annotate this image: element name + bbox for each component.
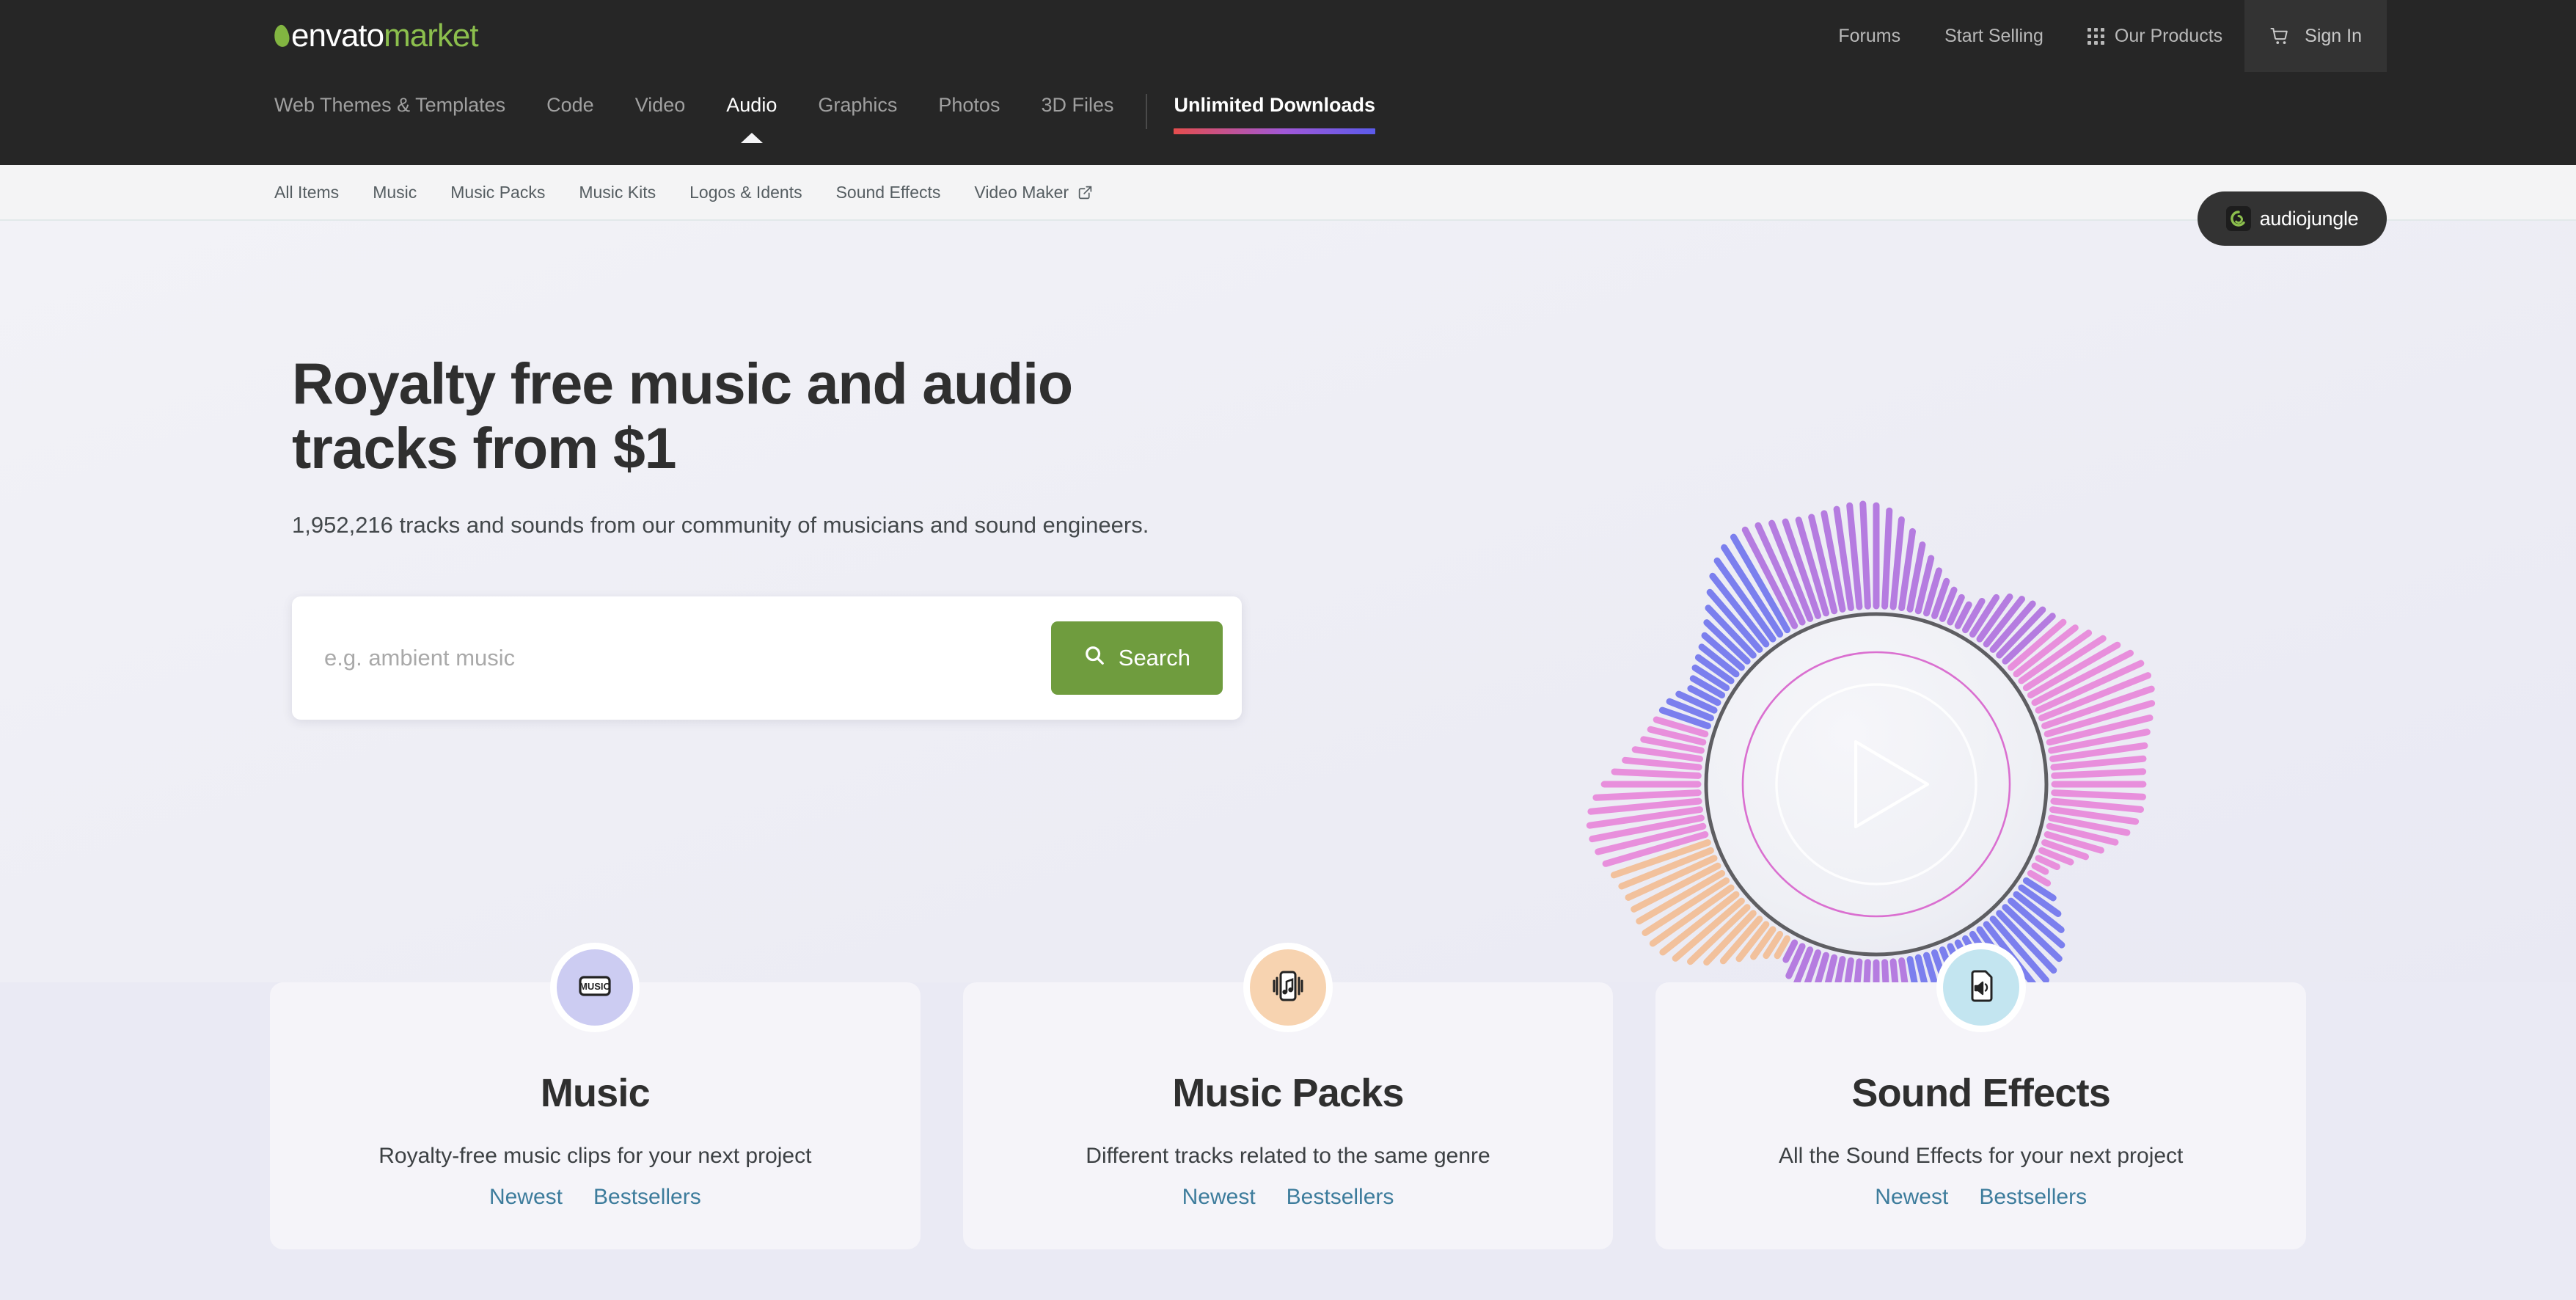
nav-item-video[interactable]: Video: [635, 94, 686, 143]
radial-audio-visualizer[interactable]: [1532, 439, 2221, 982]
svg-text:MUSIC: MUSIC: [579, 981, 611, 992]
subnav-item-music-kits-label: Music Kits: [579, 182, 656, 202]
subnav-item-music-label: Music: [373, 182, 417, 202]
top-link-start-selling-label: Start Selling: [1944, 25, 2043, 46]
card-badge-sound-effects: [1936, 943, 2026, 1032]
card-title-music: Music: [540, 1071, 651, 1115]
nav-item-audio[interactable]: Audio: [726, 94, 777, 143]
audiojungle-label: audiojungle: [2259, 207, 2359, 230]
audio-subnavigation: All Items Music Music Packs Music Kits L…: [0, 165, 2576, 221]
card-link-sound-effects-bestsellers[interactable]: Bestsellers: [1979, 1185, 2087, 1210]
sign-in-button[interactable]: Sign In: [2244, 0, 2387, 72]
nav-item-web-themes[interactable]: Web Themes & Templates: [274, 94, 505, 143]
subnav-item-logos-idents-label: Logos & Idents: [689, 182, 802, 202]
speaker-file-icon: [1961, 965, 2002, 1010]
nav-divider: [1146, 94, 1148, 129]
category-card-music[interactable]: MUSIC Music Royalty-free music clips for…: [270, 943, 921, 1249]
envato-market-logo[interactable]: envato market: [272, 18, 479, 54]
hero-section: Royalty free music and audio tracks from…: [0, 221, 2576, 982]
card-title-sound-effects: Sound Effects: [1851, 1071, 2110, 1115]
nav-item-video-label: Video: [634, 94, 686, 116]
subnav-item-video-maker-label: Video Maker: [974, 182, 1069, 202]
card-description-music-packs: Different tracks related to the same gen…: [1086, 1144, 1490, 1168]
card-badge-music-packs: [1243, 943, 1333, 1032]
brand-market-text: market: [384, 18, 478, 54]
hero-copy-block: Royalty free music and audio tracks from…: [292, 351, 1245, 720]
main-navigation: Web Themes & Templates Code Video Audio …: [0, 72, 2576, 246]
unlimited-gradient-underline: [1174, 128, 1375, 134]
subnav-item-sound-effects-label: Sound Effects: [835, 182, 941, 202]
category-cards: MUSIC Music Royalty-free music clips for…: [0, 943, 2576, 1249]
nav-item-photos[interactable]: Photos: [938, 94, 1000, 143]
sign-in-label: Sign In: [2305, 25, 2362, 46]
subnav-item-music-packs[interactable]: Music Packs: [450, 183, 545, 202]
card-badge-music: MUSIC: [550, 943, 640, 1032]
top-link-forums[interactable]: Forums: [1816, 0, 1922, 72]
external-link-icon: [1077, 185, 1093, 200]
category-card-music-packs[interactable]: Music Packs Different tracks related to …: [962, 943, 1614, 1249]
card-link-music-packs-newest[interactable]: Newest: [1182, 1185, 1256, 1210]
card-description-music: Royalty-free music clips for your next p…: [378, 1144, 812, 1168]
search-button[interactable]: Search: [1050, 621, 1223, 695]
top-link-start-selling[interactable]: Start Selling: [1922, 0, 2065, 72]
search-button-label: Search: [1118, 644, 1190, 671]
top-bar: envato market Forums Start Selling Our Pr…: [0, 0, 2576, 72]
audiojungle-badge[interactable]: audiojungle: [2198, 191, 2387, 246]
card-badge-circle-sound-effects: [1942, 949, 2019, 1026]
subnav-item-all-items-label: All Items: [274, 182, 340, 202]
subnav-item-music[interactable]: Music: [373, 183, 417, 202]
top-link-our-products-label: Our Products: [2114, 25, 2223, 46]
card-link-music-bestsellers[interactable]: Bestsellers: [593, 1185, 701, 1210]
nav-item-graphics-label: Graphics: [818, 94, 898, 116]
card-badge-circle-music-packs: [1250, 949, 1326, 1026]
audiojungle-logo-icon: [2225, 206, 2251, 231]
card-links-music-packs: Newest Bestsellers: [992, 1185, 1584, 1210]
top-bar-right-nav: Forums Start Selling Our Products Sign I…: [1816, 0, 2387, 72]
subnav-item-all-items[interactable]: All Items: [274, 183, 339, 202]
top-link-forums-label: Forums: [1838, 25, 1901, 46]
envato-leaf-icon: [272, 23, 291, 48]
search-input[interactable]: [324, 644, 1051, 671]
subnav-item-sound-effects[interactable]: Sound Effects: [836, 183, 941, 202]
search-icon: [1083, 644, 1105, 672]
music-label-icon: MUSIC: [574, 965, 615, 1010]
subnav-item-music-packs-label: Music Packs: [450, 182, 546, 202]
page-title: Royalty free music and audio tracks from…: [292, 351, 1073, 481]
card-link-sound-effects-newest[interactable]: Newest: [1875, 1185, 1948, 1210]
music-note-device-icon: [1267, 965, 1309, 1010]
category-card-sound-effects[interactable]: Sound Effects All the Sound Effects for …: [1655, 943, 2307, 1249]
nav-item-audio-label: Audio: [726, 94, 777, 116]
brand-envato-text: envato: [291, 18, 384, 54]
nav-item-code[interactable]: Code: [546, 94, 594, 143]
grid-dots-icon: [2087, 27, 2104, 45]
nav-item-code-label: Code: [546, 94, 594, 116]
card-link-music-packs-bestsellers[interactable]: Bestsellers: [1287, 1185, 1394, 1210]
subnav-item-video-maker[interactable]: Video Maker: [974, 183, 1093, 202]
hero-subheading: 1,952,216 tracks and sounds from our com…: [292, 511, 1149, 538]
card-links-sound-effects: Newest Bestsellers: [1685, 1185, 2277, 1210]
active-tab-caret-icon: [740, 133, 763, 143]
card-link-music-newest[interactable]: Newest: [489, 1185, 563, 1210]
subnav-item-music-kits[interactable]: Music Kits: [579, 183, 656, 202]
card-badge-circle-music: MUSIC: [557, 949, 634, 1026]
cart-icon: [2269, 25, 2291, 47]
search-bar: Search: [292, 596, 1242, 720]
nav-item-graphics[interactable]: Graphics: [818, 94, 897, 143]
nav-item-unlimited-downloads[interactable]: Unlimited Downloads: [1174, 94, 1375, 143]
card-description-sound-effects: All the Sound Effects for your next proj…: [1778, 1144, 2184, 1168]
nav-item-3d-files[interactable]: 3D Files: [1041, 94, 1113, 143]
card-links-music: Newest Bestsellers: [299, 1185, 891, 1210]
nav-item-3d-files-label: 3D Files: [1041, 94, 1114, 116]
nav-item-unlimited-downloads-label: Unlimited Downloads: [1174, 94, 1375, 116]
nav-item-web-themes-label: Web Themes & Templates: [274, 94, 506, 116]
subnav-item-logos-idents[interactable]: Logos & Idents: [689, 183, 802, 202]
card-title-music-packs: Music Packs: [1172, 1071, 1404, 1115]
top-link-our-products[interactable]: Our Products: [2065, 0, 2244, 72]
nav-item-photos-label: Photos: [938, 94, 1000, 116]
